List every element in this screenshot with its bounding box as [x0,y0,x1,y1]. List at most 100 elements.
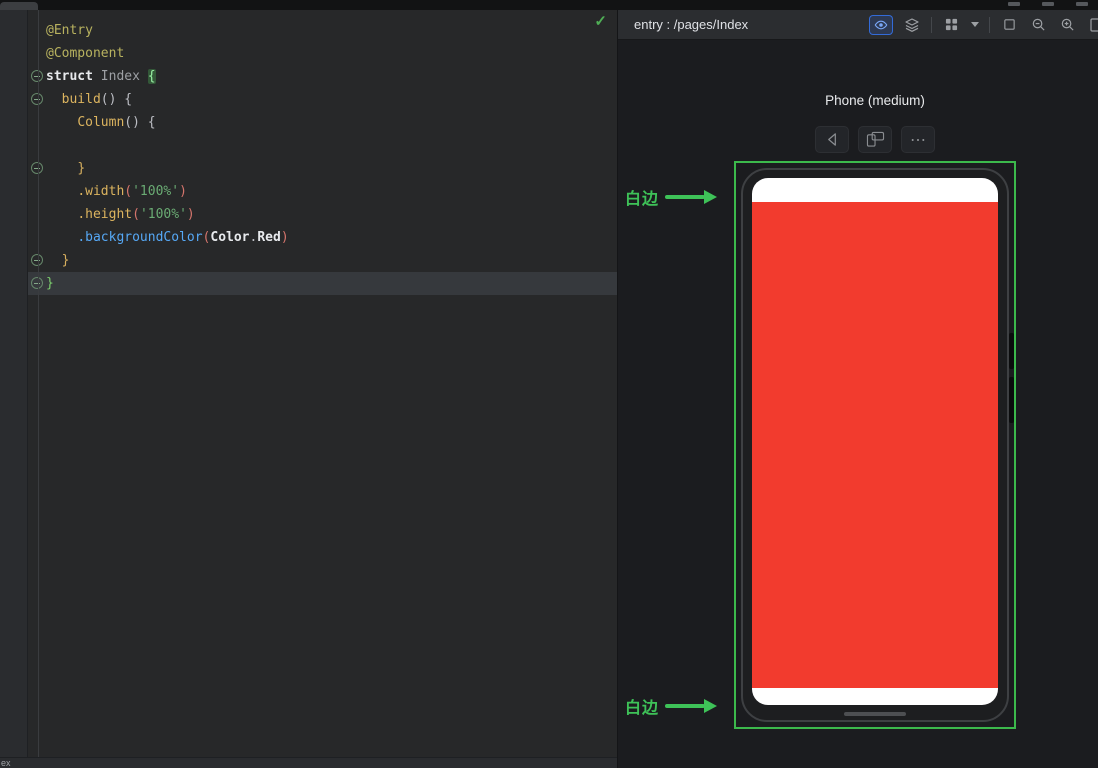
fold-marker-icon[interactable] [31,162,43,174]
code-token[interactable]: Red [257,230,280,245]
code-token[interactable]: () { [101,92,132,107]
code-token[interactable]: ) [281,230,289,245]
zoom-out-icon[interactable] [1028,15,1048,35]
code-token[interactable] [46,161,77,176]
code-line[interactable]: struct Index { [28,65,617,88]
window-control-icon[interactable] [1042,2,1054,6]
code-token[interactable]: ) [187,207,195,222]
code-token[interactable]: Color [210,230,249,245]
code-token[interactable]: .backgroundColor [77,230,202,245]
code-token[interactable]: ( [132,207,140,222]
code-text[interactable]: .width('100%') [46,180,187,203]
code-line[interactable]: } [28,249,617,272]
code-line[interactable]: .backgroundColor(Color.Red) [28,226,617,249]
code-line[interactable] [28,134,617,157]
gutter-cell[interactable] [28,42,46,65]
zoom-in-icon[interactable] [1057,15,1077,35]
fold-marker-icon[interactable] [31,70,43,82]
code-text[interactable]: } [46,157,85,180]
code-line[interactable]: } [28,157,617,180]
gutter-cell[interactable] [28,249,46,272]
code-text[interactable]: @Entry [46,19,93,42]
code-token[interactable]: .height [77,207,132,222]
gutter-cell[interactable] [28,180,46,203]
inspect-mode-icon[interactable] [869,14,893,35]
frame-bounds-icon[interactable] [999,15,1019,35]
more-options-button[interactable]: ⋯ [901,126,935,153]
code-token[interactable] [46,92,62,107]
code-token[interactable]: struct [46,69,101,84]
gutter-cell[interactable] [28,157,46,180]
code-line[interactable]: build() { [28,88,617,111]
tool-window-stripe[interactable] [0,10,28,757]
code-token[interactable]: } [77,161,85,176]
code-text[interactable]: .height('100%') [46,203,195,226]
code-token[interactable] [46,207,77,222]
window-control-icon[interactable] [1076,2,1088,6]
page-icon[interactable] [1086,15,1098,35]
code-line[interactable]: } [28,272,617,295]
code-text[interactable]: @Component [46,42,124,65]
phone-screen[interactable] [752,178,998,705]
code-token[interactable]: () { [124,115,155,130]
gutter-cell[interactable] [28,19,46,42]
code-lines[interactable]: @Entry @Component struct Index { build() {… [28,10,617,295]
code-line[interactable]: .width('100%') [28,180,617,203]
gutter-cell[interactable] [28,134,46,157]
window-controls[interactable] [1008,2,1088,6]
red-column-background[interactable] [752,202,998,688]
code-text[interactable]: build() { [46,88,132,111]
code-token[interactable]: } [62,253,70,268]
code-token[interactable]: } [46,276,54,291]
code-token[interactable]: ( [124,184,132,199]
code-token[interactable]: '100%' [132,184,179,199]
grid-view-icon[interactable] [941,15,961,35]
code-text[interactable]: Column() { [46,111,155,134]
editor-tab-sliver[interactable] [0,2,38,10]
code-token[interactable]: { [147,69,156,84]
rotate-device-button[interactable] [858,126,892,153]
code-token[interactable]: @Entry [46,23,93,38]
code-line[interactable]: @Component [28,42,617,65]
fold-marker-icon[interactable] [31,277,43,289]
code-token[interactable]: Column [77,115,124,130]
power-button [1009,377,1014,423]
window-control-icon[interactable] [1008,2,1020,6]
code-text[interactable]: } [46,249,70,272]
fold-marker-icon[interactable] [31,254,43,266]
code-token[interactable]: .width [77,184,124,199]
previewer-canvas[interactable]: Phone (medium) ⋯ 白边 白边 [618,40,1098,768]
code-token[interactable]: Index [101,69,148,84]
code-token[interactable]: @Component [46,46,124,61]
gutter-cell[interactable] [28,88,46,111]
code-token[interactable] [46,253,62,268]
back-button[interactable] [815,126,849,153]
toolbar-separator [989,16,990,33]
inspection-ok-check-icon[interactable]: ✓ [594,12,607,30]
code-line[interactable]: @Entry [28,19,617,42]
code-token[interactable] [46,115,77,130]
code-text[interactable]: struct Index { [46,65,156,88]
window-top-strip [0,0,1098,10]
editor-breadcrumb-bar[interactable]: ex [0,757,617,768]
gutter-cell[interactable] [28,65,46,88]
code-line[interactable]: .height('100%') [28,203,617,226]
fold-marker-icon[interactable] [31,93,43,105]
code-editor[interactable]: @Entry @Component struct Index { build() {… [28,10,617,757]
code-token[interactable] [46,184,77,199]
code-token[interactable] [46,230,77,245]
code-token[interactable]: build [62,92,101,107]
gutter-cell[interactable] [28,203,46,226]
volume-button [1009,333,1014,369]
gutter-cell[interactable] [28,272,46,295]
code-token[interactable]: '100%' [140,207,187,222]
gutter-cell[interactable] [28,111,46,134]
chevron-down-icon[interactable] [970,15,980,35]
code-text[interactable]: } [46,272,54,295]
breadcrumb-text[interactable]: ex [1,758,11,768]
gutter-cell[interactable] [28,226,46,249]
layers-icon[interactable] [902,15,922,35]
code-token[interactable]: ) [179,184,187,199]
code-text[interactable]: .backgroundColor(Color.Red) [46,226,289,249]
code-line[interactable]: Column() { [28,111,617,134]
